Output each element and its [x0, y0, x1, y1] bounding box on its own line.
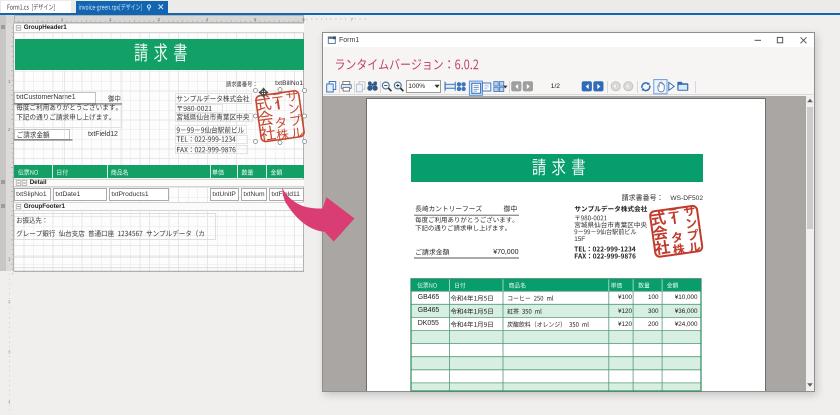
svg-text:3: 3 [157, 17, 160, 22]
svg-text:2: 2 [8, 299, 11, 304]
svg-text:4: 4 [8, 400, 11, 405]
svg-text:1: 1 [8, 257, 11, 262]
svg-text:1: 1 [61, 17, 64, 22]
svg-text:7: 7 [351, 17, 354, 22]
svg-text:3: 3 [8, 349, 11, 354]
svg-text:6: 6 [302, 17, 305, 22]
svg-text:2: 2 [8, 127, 11, 132]
svg-text:5: 5 [254, 17, 257, 22]
svg-text:4: 4 [206, 17, 209, 22]
svg-text:1: 1 [8, 79, 11, 84]
svg-text:2: 2 [109, 17, 112, 22]
